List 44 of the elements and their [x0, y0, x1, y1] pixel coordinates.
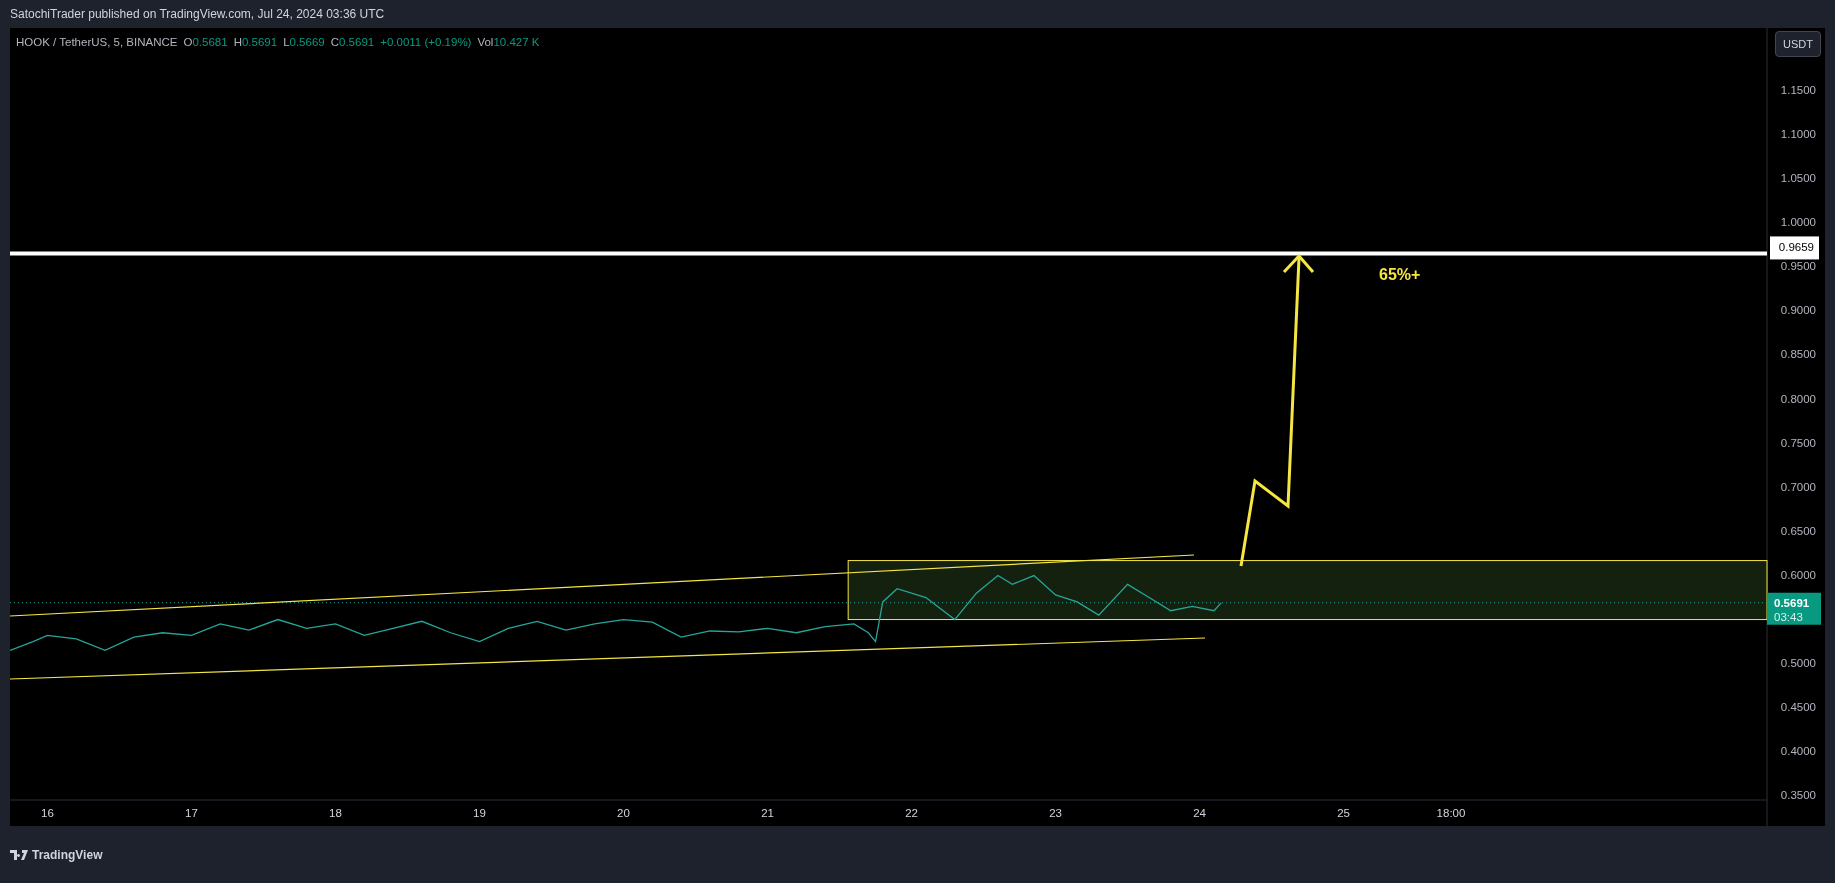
price-tick: 0.4500 — [1780, 700, 1816, 713]
price-tick: 0.8000 — [1780, 392, 1816, 405]
price-tick: 0.6500 — [1780, 524, 1816, 537]
price-tick: 0.7000 — [1780, 480, 1816, 493]
price-tick: 0.8500 — [1780, 348, 1816, 361]
price-tick: 0.3500 — [1780, 788, 1816, 801]
gain-label: 65%+ — [1379, 266, 1421, 283]
time-tick: 21 — [761, 807, 774, 819]
time-tick: 16 — [41, 807, 54, 819]
symbol-label: HOOK / TetherUS, 5, BINANCE — [16, 35, 178, 50]
ohlc-value: L0.5669 — [283, 35, 325, 50]
ohlc-value: Vol10.427 K — [477, 35, 540, 50]
price-tick: 0.9000 — [1780, 304, 1816, 317]
ohlc-value: O0.5681 — [183, 35, 228, 50]
time-tick: 20 — [617, 807, 630, 819]
time-tick: 24 — [1193, 807, 1206, 819]
price-tick: 1.1500 — [1780, 84, 1816, 97]
time-tick: 19 — [473, 807, 486, 819]
price-tick: 0.7500 — [1780, 436, 1816, 449]
bar-countdown: 03:43 — [1774, 610, 1803, 623]
ohlc-value: H0.5691 — [233, 35, 278, 50]
price-tick: 1.0000 — [1780, 216, 1816, 229]
ohlc-value: +0.0011 (+0.19%) — [380, 35, 472, 50]
ohlc-value: C0.5691 — [330, 35, 375, 50]
price-tick: 1.0500 — [1780, 172, 1816, 185]
price-tick: 0.5000 — [1780, 656, 1816, 669]
time-tick: 17 — [185, 807, 198, 819]
time-tick: 25 — [1337, 807, 1350, 819]
logo-icon — [10, 849, 28, 860]
time-tick: 18 — [329, 807, 342, 819]
time-tick: 23 — [1049, 807, 1062, 819]
target-price-label-background — [1770, 236, 1819, 260]
brand-name: TradingView — [32, 846, 103, 864]
price-tick: 0.6000 — [1780, 568, 1816, 581]
price-tick: 1.1000 — [1780, 128, 1816, 141]
currency-button[interactable]: USDT — [1775, 31, 1821, 57]
target-price-label: 0.9659 — [1778, 241, 1814, 254]
last-price-label-background — [1767, 592, 1821, 625]
time-tick: 22 — [905, 807, 918, 819]
price-tick: 0.9500 — [1780, 260, 1816, 273]
price-tick: 0.4000 — [1780, 744, 1816, 757]
publish-info: SatochiTrader published on TradingView.com, Jul 24, 2024 03:36 UTC — [10, 6, 385, 23]
time-tick: 18:00 — [1436, 807, 1466, 819]
last-price-value: 0.5691 — [1774, 596, 1810, 609]
